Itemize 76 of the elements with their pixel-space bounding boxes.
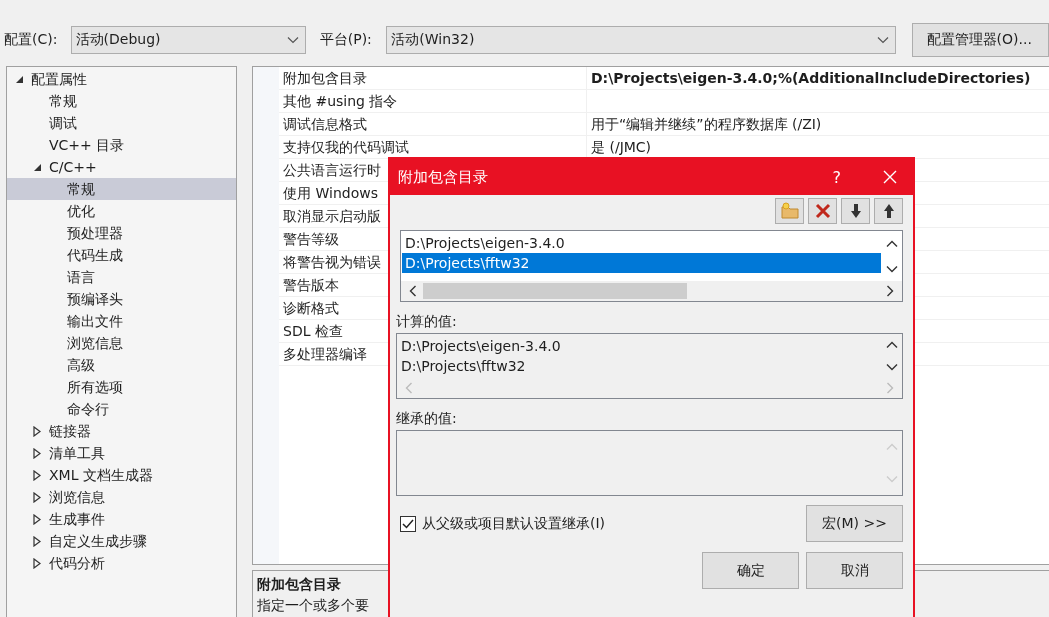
tree-item[interactable]: 常规 bbox=[7, 90, 236, 112]
scroll-down-icon[interactable] bbox=[886, 363, 898, 371]
tree-item[interactable]: VC++ 目录 bbox=[7, 134, 236, 156]
expanded-triangle-icon[interactable] bbox=[33, 162, 42, 172]
scroll-up-icon bbox=[886, 443, 898, 451]
scroll-down-icon[interactable] bbox=[886, 264, 898, 273]
collapsed-triangle-icon[interactable] bbox=[33, 535, 41, 547]
tree-item[interactable]: 所有选项 bbox=[7, 376, 236, 398]
property-name[interactable]: 调试信息格式 bbox=[279, 113, 586, 135]
inherited-values-label: 继承的值: bbox=[396, 409, 458, 428]
move-down-button[interactable] bbox=[841, 198, 870, 224]
platform-label: 平台(P): bbox=[319, 31, 373, 49]
configuration-label: 配置(C): bbox=[4, 31, 59, 49]
tree-item[interactable]: 预编译头 bbox=[7, 288, 236, 310]
directory-item[interactable]: D:\Projects\eigen-3.4.0 bbox=[402, 233, 881, 253]
tree-item[interactable]: 浏览信息 bbox=[7, 332, 236, 354]
tree-item[interactable]: 优化 bbox=[7, 200, 236, 222]
tree-item[interactable]: 常规 bbox=[7, 178, 236, 200]
scrollbar-thumb[interactable] bbox=[423, 283, 687, 299]
tree-item[interactable]: 预处理器 bbox=[7, 222, 236, 244]
description-title: 附加包含目录 bbox=[257, 575, 342, 594]
tree-item[interactable]: C/C++ bbox=[7, 156, 236, 178]
description-text: 指定一个或多个要 bbox=[257, 596, 370, 615]
ok-button[interactable]: 确定 bbox=[702, 552, 799, 589]
dialog-title: 附加包含目录 bbox=[398, 167, 489, 187]
macros-button[interactable]: 宏(M) >> bbox=[806, 505, 903, 542]
tree-item[interactable]: 输出文件 bbox=[7, 310, 236, 332]
tree-item[interactable]: XML 文档生成器 bbox=[7, 464, 236, 486]
property-name[interactable]: 支持仅我的代码调试 bbox=[279, 136, 586, 158]
tree-item[interactable]: 清单工具 bbox=[7, 442, 236, 464]
computed-value: D:\Projects\eigen-3.4.0 bbox=[400, 337, 562, 356]
collapsed-triangle-icon[interactable] bbox=[33, 447, 41, 459]
collapsed-triangle-icon[interactable] bbox=[33, 557, 41, 569]
collapsed-triangle-icon[interactable] bbox=[33, 491, 41, 503]
configuration-dropdown[interactable]: 活动(Debug) bbox=[70, 26, 306, 54]
expanded-triangle-icon[interactable] bbox=[15, 74, 24, 84]
property-value[interactable]: 用于“编辑并继续”的程序数据库 (/ZI) bbox=[586, 113, 1049, 135]
tree-item[interactable]: 浏览信息 bbox=[7, 486, 236, 508]
tree-item[interactable]: 命令行 bbox=[7, 398, 236, 420]
tree-item[interactable]: 链接器 bbox=[7, 420, 236, 442]
tree-item[interactable]: 高级 bbox=[7, 354, 236, 376]
collapsed-triangle-icon[interactable] bbox=[33, 513, 41, 525]
directory-item[interactable]: D:\Projects\fftw32 bbox=[402, 253, 881, 273]
delete-icon[interactable] bbox=[813, 202, 832, 220]
platform-dropdown[interactable]: 活动(Win32) bbox=[386, 26, 896, 54]
scroll-down-icon bbox=[886, 475, 898, 483]
scroll-left-icon bbox=[405, 382, 413, 394]
property-name[interactable]: 附加包含目录 bbox=[279, 67, 586, 89]
scroll-right-icon bbox=[886, 382, 894, 394]
property-value[interactable]: D:\Projects\eigen-3.4.0;%(AdditionalIncludeDirectories) bbox=[586, 67, 1049, 89]
scroll-up-icon[interactable] bbox=[886, 341, 898, 349]
close-icon[interactable] bbox=[883, 170, 897, 184]
cancel-button[interactable]: 取消 bbox=[806, 552, 903, 589]
collapsed-triangle-icon[interactable] bbox=[33, 469, 41, 481]
arrow-up-icon[interactable] bbox=[881, 202, 896, 220]
scroll-left-icon[interactable] bbox=[409, 285, 417, 297]
computed-values-label: 计算的值: bbox=[396, 312, 458, 331]
tree-item[interactable]: 语言 bbox=[7, 266, 236, 288]
arrow-down-icon[interactable] bbox=[848, 202, 863, 220]
scroll-right-icon[interactable] bbox=[886, 285, 894, 297]
tree-item[interactable]: 代码生成 bbox=[7, 244, 236, 266]
tree-item[interactable]: 生成事件 bbox=[7, 508, 236, 530]
property-name[interactable]: 其他 #using 指令 bbox=[279, 90, 586, 112]
move-up-button[interactable] bbox=[874, 198, 903, 224]
computed-value: D:\Projects\fftw32 bbox=[400, 357, 527, 376]
tree-item[interactable]: 自定义生成步骤 bbox=[7, 530, 236, 552]
inherit-checkbox-label[interactable]: 从父级或项目默认设置继承(I) bbox=[422, 514, 806, 533]
scroll-up-icon[interactable] bbox=[886, 239, 898, 248]
help-button[interactable]: ? bbox=[826, 167, 847, 187]
tree-item[interactable]: 配置属性 bbox=[7, 68, 236, 90]
delete-button[interactable] bbox=[808, 198, 837, 224]
inherit-checkbox[interactable] bbox=[400, 515, 416, 532]
tree-item[interactable]: 代码分析 bbox=[7, 552, 236, 574]
configuration-manager-button[interactable]: 配置管理器(O)... bbox=[911, 23, 1049, 57]
tree-item[interactable]: 调试 bbox=[7, 112, 236, 134]
collapsed-triangle-icon[interactable] bbox=[33, 425, 41, 437]
